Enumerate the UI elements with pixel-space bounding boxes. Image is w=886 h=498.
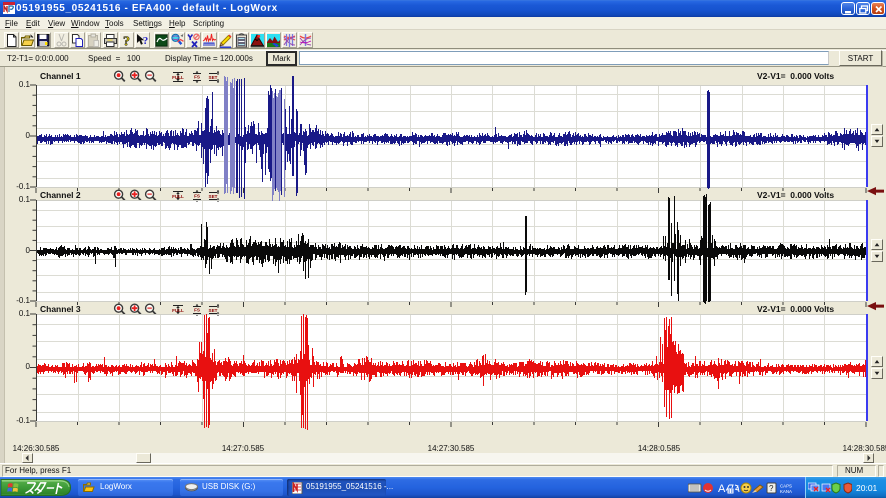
- svg-text:KANA: KANA: [780, 489, 792, 494]
- svg-text:?: ?: [769, 484, 774, 493]
- svg-text:CAPS: CAPS: [780, 484, 792, 489]
- svg-text:A: A: [718, 483, 726, 495]
